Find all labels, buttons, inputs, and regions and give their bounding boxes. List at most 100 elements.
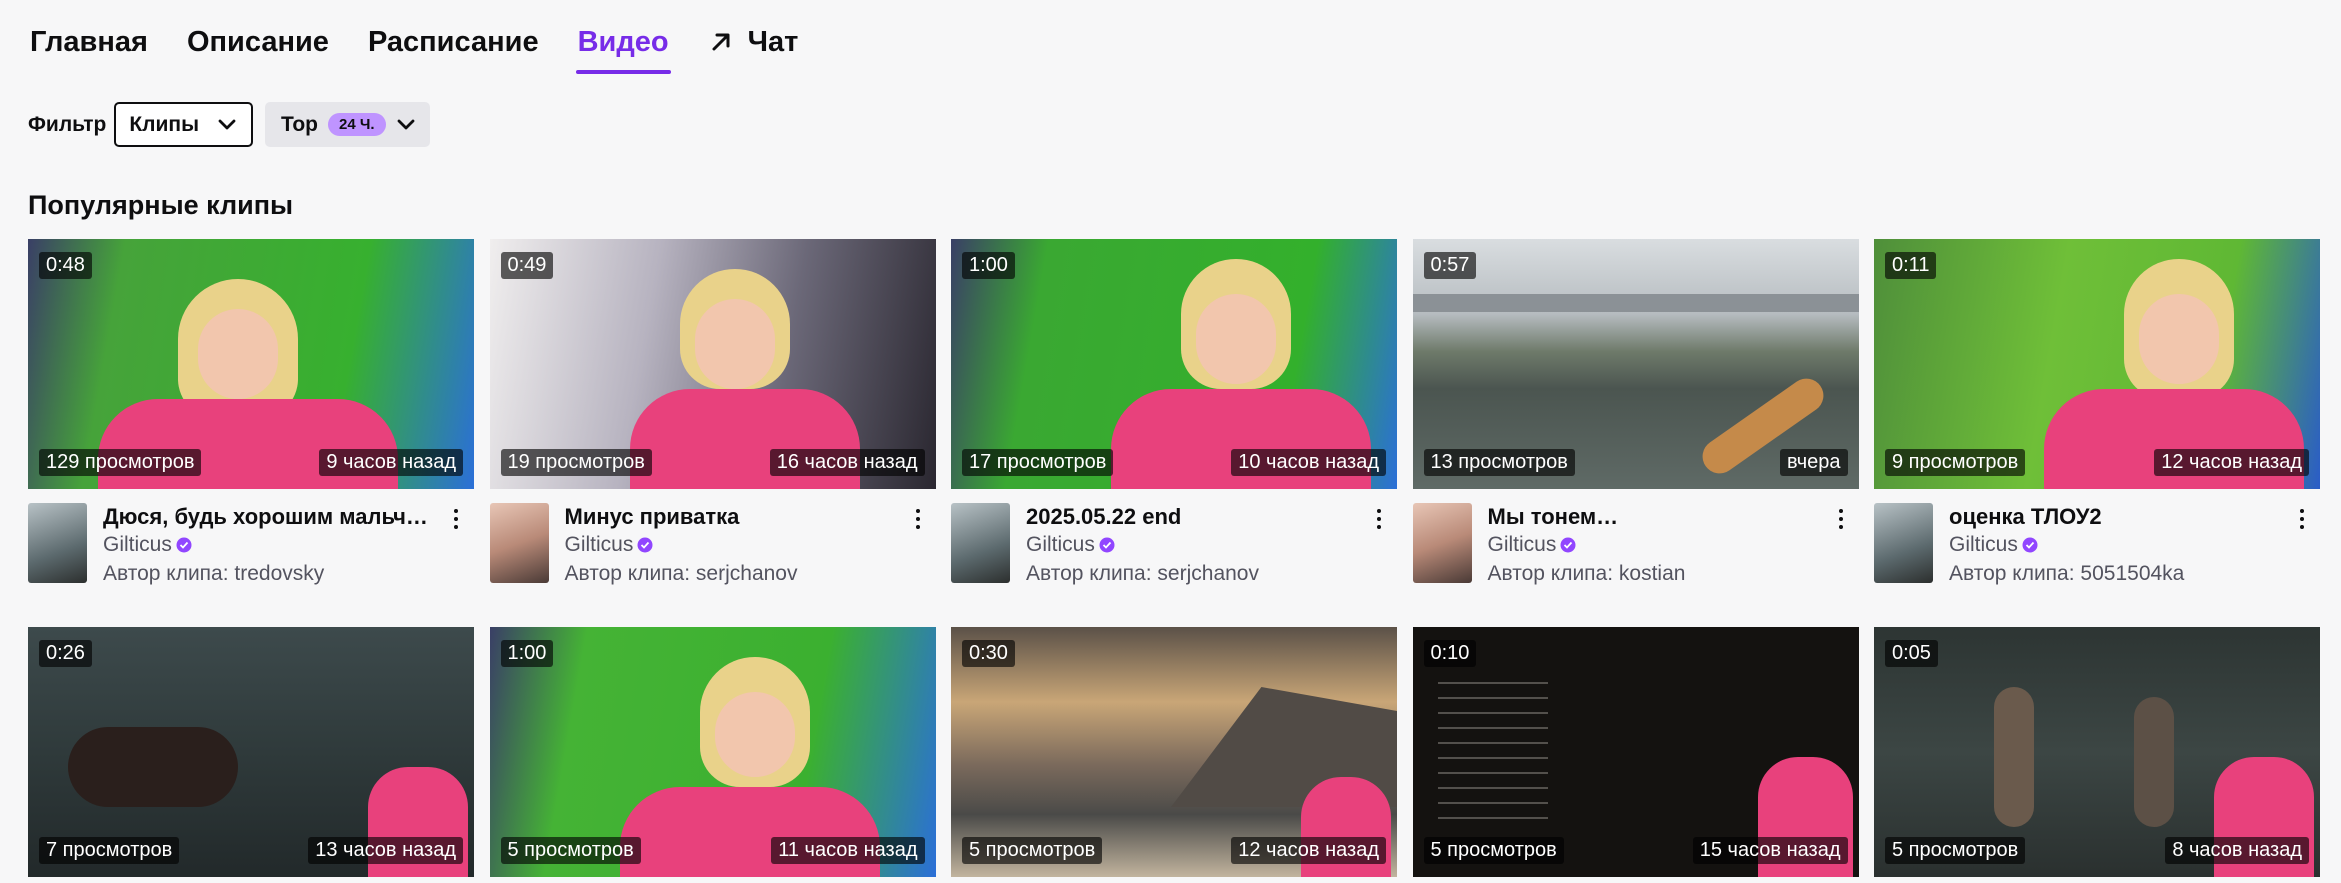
clip-duration: 1:00 [962,252,1015,279]
clip-type-dropdown[interactable]: Клипы [114,102,254,147]
sort-value: Top [281,112,318,136]
author-prefix: Автор клипа: [1487,562,1614,585]
more-options-button[interactable] [910,505,926,533]
clip-thumbnail[interactable]: 0:48 129 просмотров 9 часов назад [28,239,474,489]
time-range-badge: 24 Ч. [327,113,386,136]
chevron-down-icon [397,119,414,129]
clip-views: 19 просмотров [500,449,652,476]
clip-age: вчера [1779,449,1848,476]
author-name[interactable]: kostian [1619,562,1686,585]
clip-thumbnail[interactable]: 1:00 17 просмотров 10 часов назад [951,239,1397,489]
clip-thumbnail[interactable]: 0:10 5 просмотров 15 часов назад [1412,627,1859,877]
clip-duration: 0:11 [1885,252,1937,279]
clip-age: 8 часов назад [2165,837,2309,864]
more-options-button[interactable] [2294,505,2310,533]
filter-label: Фильтр [28,112,107,136]
clip-age: 15 часов назад [1692,837,1848,864]
author-name[interactable]: serjchanov [1157,562,1259,585]
channel-link[interactable]: Gilticus [1488,531,1818,559]
clip-age: 16 часов назад [769,449,925,476]
category-boxart[interactable] [1412,503,1472,583]
section-title: Популярные клипы [28,190,294,220]
clip-duration: 1:00 [500,640,554,667]
clip-title[interactable]: оценка ТЛОУ2 [1949,503,2279,531]
clip-age: 9 часов назад [319,449,463,476]
author-name[interactable]: 5051504ka [2080,562,2184,585]
clip-card: 0:49 19 просмотров 16 часов назад Минус … [489,239,936,627]
game-boxart[interactable] [951,503,1010,583]
clips-grid: 0:48 129 просмотров 9 часов назад Дюся, … [28,239,2320,877]
clip-duration: 0:26 [39,640,92,667]
clip-age: 13 часов назад [308,837,463,864]
author-name[interactable]: serjchanov [696,562,798,585]
clip-title[interactable]: 2025.05.22 end [1026,503,1356,531]
clip-views: 129 просмотров [39,449,202,476]
clip-duration: 0:48 [39,252,92,279]
clip-views: 5 просмотров [1423,837,1564,864]
channel-link[interactable]: Gilticus [1026,531,1356,559]
more-options-button[interactable] [1371,505,1387,533]
clip-age: 11 часов назад [771,837,925,864]
popout-arrow-icon [712,33,730,51]
clip-views: 17 просмотров [962,449,1114,476]
clip-author: Автор клипа: serjchanov [1026,559,1356,589]
tab-chat-label: Чат [747,26,799,58]
clip-thumbnail[interactable]: 0:30 5 просмотров 12 часов назад [951,627,1397,877]
verified-icon [637,537,653,553]
tab-schedule-label: Расписание [367,26,539,58]
tab-videos-label: Видео [577,26,669,58]
clip-views: 5 просмотров [500,837,641,864]
tab-about[interactable]: Описание [187,22,329,72]
clip-duration: 0:49 [500,252,554,279]
clip-card: 1:00 5 просмотров 11 часов назад [489,627,936,877]
filter-row: Фильтр Клипы Top 24 Ч. [28,102,430,147]
clip-thumbnail[interactable]: 0:57 13 просмотров вчера [1412,239,1859,489]
author-prefix: Автор клипа: [1026,562,1152,585]
clip-type-value: Клипы [129,112,200,136]
channel-link[interactable]: Gilticus [103,531,433,559]
channel-link[interactable]: Gilticus [565,531,895,559]
tab-home[interactable]: Главная [30,22,148,72]
clip-thumbnail[interactable]: 1:00 5 просмотров 11 часов назад [489,627,936,877]
clip-card: 0:10 5 просмотров 15 часов назад [1412,627,1859,877]
channel-tabs: Главная Описание Расписание Видео Чат [30,22,799,74]
clip-duration: 0:10 [1423,640,1477,667]
game-boxart[interactable] [1874,503,1933,583]
tab-schedule[interactable]: Расписание [368,22,539,72]
clip-card: 1:00 17 просмотров 10 часов назад 2025.0… [951,239,1397,627]
clip-card: 0:48 129 просмотров 9 часов назад Дюся, … [28,239,474,627]
clip-card: 0:30 5 просмотров 12 часов назад [951,627,1397,877]
clip-author: Автор клипа: serjchanov [565,559,895,589]
author-prefix: Автор клипа: [1949,562,2075,585]
channel-name: Gilticus [1026,533,1095,556]
sort-dropdown[interactable]: Top 24 Ч. [265,102,430,147]
clip-title[interactable]: Минус приватка [565,503,895,531]
clip-title[interactable]: Мы тонем… [1488,503,1818,531]
clip-author: Автор клипа: 5051504ka [1949,559,2279,589]
clip-thumbnail[interactable]: 0:11 9 просмотров 12 часов назад [1874,239,2320,489]
clip-title[interactable]: Дюся, будь хорошим мальчиком... [103,503,433,531]
clip-author: Автор клипа: kostian [1488,559,1818,589]
clip-thumbnail[interactable]: 0:05 5 просмотров 8 часов назад [1874,627,2320,877]
clip-thumbnail[interactable]: 0:49 19 просмотров 16 часов назад [489,239,936,489]
more-options-button[interactable] [1833,505,1849,533]
tab-videos[interactable]: Видео [575,22,671,74]
clip-views: 7 просмотров [39,837,180,864]
tab-chat[interactable]: Чат [708,22,799,72]
clip-views: 5 просмотров [1885,837,2026,864]
category-boxart[interactable] [489,503,549,583]
verified-icon [2022,537,2038,553]
clip-views: 5 просмотров [962,837,1103,864]
more-options-button[interactable] [448,505,464,533]
author-prefix: Автор клипа: [564,562,691,585]
clip-card: 0:11 9 просмотров 12 часов назад оценка … [1874,239,2320,627]
clip-views: 13 просмотров [1423,449,1575,476]
tab-about-label: Описание [186,26,329,58]
clip-card: 0:26 7 просмотров 13 часов назад [28,627,474,877]
author-name[interactable]: tredovsky [234,562,324,585]
clip-age: 12 часов назад [2154,449,2309,476]
channel-name: Gilticus [1949,533,2018,556]
channel-link[interactable]: Gilticus [1949,531,2279,559]
game-boxart[interactable] [28,503,87,583]
clip-thumbnail[interactable]: 0:26 7 просмотров 13 часов назад [28,627,474,877]
